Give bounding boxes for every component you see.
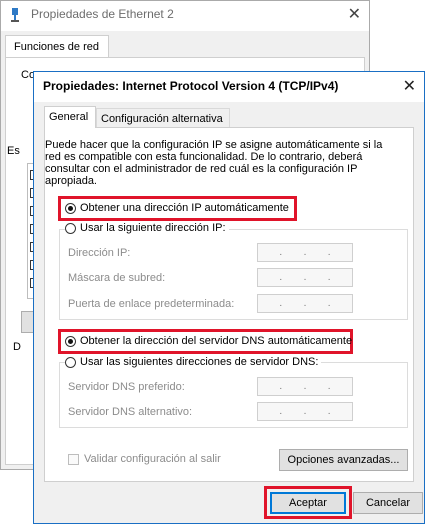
background-tab-label: Funciones de red	[14, 41, 99, 53]
background-tab-networking[interactable]: Funciones de red	[5, 35, 109, 58]
tab-label: Configuración alternativa	[101, 113, 223, 125]
intro-text: Puede hacer que la configuración IP se a…	[45, 139, 383, 187]
ipv4-properties-dialog: Propiedades: Internet Protocol Version 4…	[33, 71, 425, 524]
radio-dns-automatic[interactable]: Obtener la dirección del servidor DNS au…	[65, 335, 352, 347]
radio-ip-automatic[interactable]: Obtener una dirección IP automáticamente	[65, 202, 289, 214]
default-gateway-input[interactable]: ...	[257, 294, 353, 313]
background-window-title: Propiedades de Ethernet 2	[31, 7, 174, 21]
subnet-mask-input[interactable]: ...	[257, 268, 353, 287]
cancel-button[interactable]: Cancelar	[353, 492, 423, 514]
background-titlebar: Propiedades de Ethernet 2 ✕	[1, 1, 369, 31]
dialog-title: Propiedades: Internet Protocol Version 4…	[43, 79, 339, 93]
subnet-mask-label: Máscara de subred:	[68, 272, 166, 284]
radio-ip-manual[interactable]: Usar la siguiente dirección IP:	[65, 222, 229, 234]
radio-ip-automatic-label: Obtener una dirección IP automáticamente	[80, 202, 289, 214]
tab-alternate-configuration[interactable]: Configuración alternativa	[96, 108, 230, 128]
checkbox[interactable]	[68, 453, 79, 465]
alternate-dns-label: Servidor DNS alternativo:	[68, 406, 193, 418]
ip-address-label: Dirección IP:	[68, 247, 131, 259]
tab-label: General	[49, 111, 89, 123]
network-adapter-icon	[9, 7, 21, 26]
dns-manual-group	[59, 362, 408, 428]
background-label-fragment: Es	[7, 145, 20, 157]
advanced-options-button[interactable]: Opciones avanzadas...	[279, 449, 408, 471]
tab-general[interactable]: General	[44, 106, 96, 128]
background-close-icon[interactable]: ✕	[348, 4, 361, 24]
ok-button[interactable]: Aceptar	[270, 492, 346, 514]
radio-button-selected[interactable]	[65, 202, 76, 214]
background-label-fragment: D	[13, 341, 21, 353]
radio-button[interactable]	[65, 356, 76, 368]
default-gateway-label: Puerta de enlace predeterminada:	[68, 298, 235, 310]
radio-button[interactable]	[65, 222, 76, 234]
radio-dns-automatic-label: Obtener la dirección del servidor DNS au…	[80, 335, 353, 347]
radio-dns-manual[interactable]: Usar las siguientes direcciones de servi…	[65, 356, 322, 368]
validate-on-exit-label: Validar configuración al salir	[84, 453, 221, 465]
radio-button-selected[interactable]	[65, 335, 76, 347]
validate-on-exit-checkbox[interactable]: Validar configuración al salir	[68, 453, 221, 465]
preferred-dns-input[interactable]: ...	[257, 377, 353, 396]
ip-address-input[interactable]: ...	[257, 243, 353, 262]
dialog-titlebar: Propiedades: Internet Protocol Version 4…	[34, 72, 424, 102]
radio-ip-manual-label: Usar la siguiente dirección IP:	[80, 222, 226, 234]
preferred-dns-label: Servidor DNS preferido:	[68, 381, 185, 393]
close-icon[interactable]: ✕	[403, 76, 416, 96]
alternate-dns-input[interactable]: ...	[257, 402, 353, 421]
radio-dns-manual-label: Usar las siguientes direcciones de servi…	[80, 356, 319, 368]
